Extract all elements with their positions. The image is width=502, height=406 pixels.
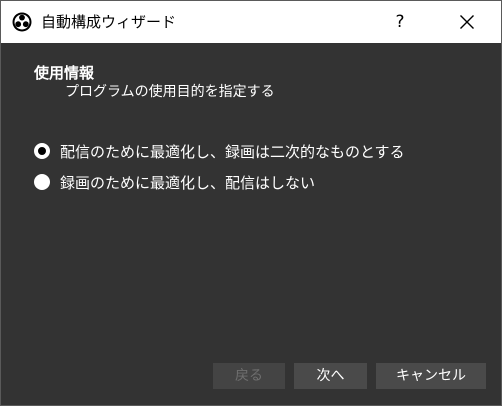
page-subtitle: プログラムの使用目的を指定する xyxy=(65,84,275,100)
wizard-window: 自動構成ウィザード ? 使用情報 プログラムの使用目的を指定する 配信のために最… xyxy=(0,0,502,406)
close-icon xyxy=(460,15,474,29)
radio-option-recording[interactable]: 録画のために最適化し、配信はしない xyxy=(34,171,315,193)
radio-label-streaming: 配信のために最適化し、録画は二次的なものとする xyxy=(60,142,405,161)
page-title: 使用情報 xyxy=(34,64,95,82)
radio-label-recording: 録画のために最適化し、配信はしない xyxy=(60,173,316,192)
obs-logo-icon xyxy=(12,12,32,32)
help-button[interactable]: ? xyxy=(377,1,423,43)
cancel-button[interactable]: キャンセル xyxy=(376,363,486,389)
next-button[interactable]: 次へ xyxy=(294,363,367,389)
title-bar[interactable]: 自動構成ウィザード ? xyxy=(1,1,501,43)
close-button[interactable] xyxy=(447,1,487,43)
radio-button-selected[interactable] xyxy=(34,143,50,159)
back-button[interactable]: 戻る xyxy=(213,363,285,389)
radio-option-streaming[interactable]: 配信のために最適化し、録画は二次的なものとする xyxy=(34,140,405,162)
window-title: 自動構成ウィザード xyxy=(41,13,177,31)
wizard-content: 使用情報 プログラムの使用目的を指定する 配信のために最適化し、録画は二次的なも… xyxy=(1,43,501,405)
radio-button-unselected[interactable] xyxy=(34,174,50,190)
